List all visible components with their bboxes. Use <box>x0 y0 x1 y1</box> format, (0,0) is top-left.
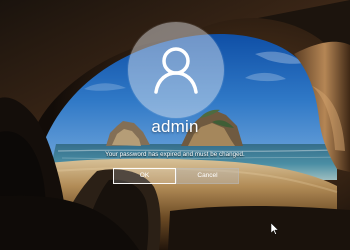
user-name: admin <box>151 117 199 136</box>
password-expired-screen: admin Your password has expired and must… <box>0 0 350 250</box>
mouse-pointer-icon <box>271 223 279 235</box>
password-expired-message: Your password has expired and must be ch… <box>105 151 245 158</box>
ok-button[interactable]: OK <box>113 168 176 184</box>
user-avatar-icon <box>154 47 198 94</box>
cancel-button[interactable]: Cancel <box>176 168 239 184</box>
user-avatar <box>128 22 224 118</box>
